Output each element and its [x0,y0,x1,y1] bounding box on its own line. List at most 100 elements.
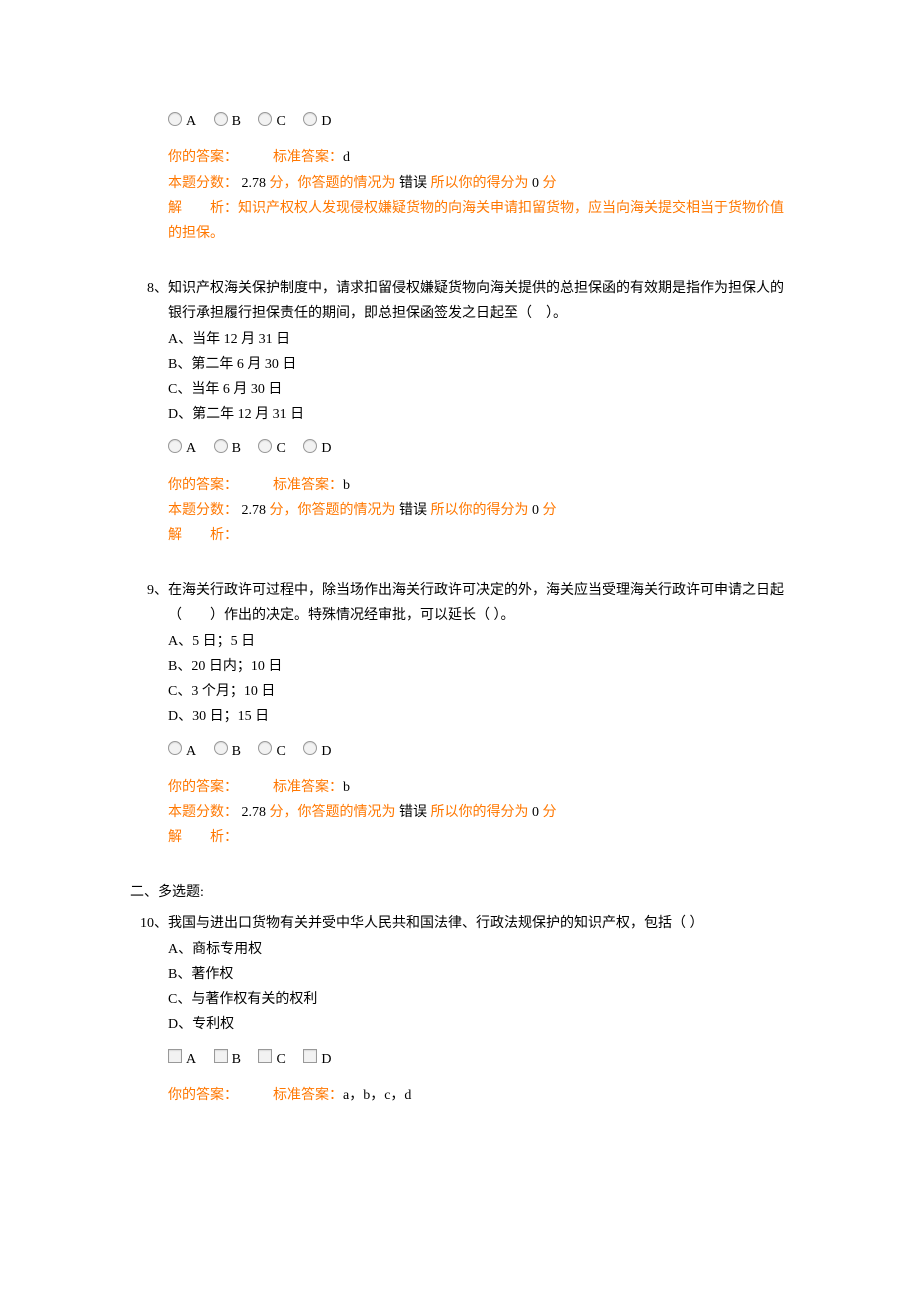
q9-opt-b: B、20 日内；10 日 [168,654,790,679]
score-val: 2.78 [242,503,267,518]
q8-opt-b: B、第二年 6 月 30 日 [168,352,790,377]
section-2-heading: 二、多选题: [130,880,790,905]
radio-icon[interactable] [258,741,272,755]
your-answer-label: 你的答案： [168,1088,238,1103]
q9-answer-block: 你的答案： 标准答案：b 本题分数： 2.78 分，你答题的情况为 错误 所以你… [168,775,790,851]
radio-icon[interactable] [168,112,182,126]
checkbox-icon[interactable] [168,1049,182,1063]
got-score: 0 [532,805,539,820]
q10-opt-a: A、商标专用权 [168,937,790,962]
checkbox-label: D [321,1052,331,1067]
radio-label: B [232,441,241,456]
radio-label: D [321,441,331,456]
q8-opt-d: D、第二年 12 月 31 日 [168,402,790,427]
analysis-label: 解 析： [168,201,238,216]
got-unit: 分 [543,503,557,518]
q8: 8、 知识产权海关保护制度中，请求扣留侵权嫌疑货物向海关提供的总担保函的有效期是… [130,276,790,548]
your-answer-label: 你的答案： [168,780,238,795]
got-score: 0 [532,176,539,191]
radio-icon[interactable] [168,741,182,755]
radio-label: B [232,114,241,129]
radio-icon[interactable] [258,112,272,126]
q8-num: 8、 [130,276,168,326]
q10-num: 10、 [130,911,168,936]
std-answer-label: 标准答案： [273,478,343,493]
radio-label: A [186,114,196,129]
std-answer: b [343,478,350,493]
std-answer: d [343,150,350,165]
radio-label: B [232,744,241,759]
q10-answer-block: 你的答案： 标准答案：a，b，c，d [168,1083,790,1108]
q9-opt-d: D、30 日；15 日 [168,704,790,729]
score-label: 本题分数： [168,503,238,518]
q8-answer-block: 你的答案： 标准答案：b 本题分数： 2.78 分，你答题的情况为 错误 所以你… [168,473,790,549]
status: 错误 [399,805,427,820]
radio-label: C [276,441,285,456]
status: 错误 [399,176,427,191]
q9-stem: 在海关行政许可过程中，除当场作出海关行政许可决定的外，海关应当受理海关行政许可申… [168,578,790,628]
radio-icon[interactable] [214,439,228,453]
radio-icon[interactable] [303,112,317,126]
score-unit: 分，你答题的情况为 [270,176,396,191]
std-answer: b [343,780,350,795]
radio-label: D [321,744,331,759]
checkbox-label: C [276,1052,285,1067]
score-val: 2.78 [242,176,267,191]
got-unit: 分 [543,176,557,191]
analysis: 知识产权权人发现侵权嫌疑货物的向海关申请扣留货物，应当向海关提交相当于货物价值的… [168,201,784,241]
radio-label: A [186,744,196,759]
radio-label: C [276,744,285,759]
std-answer-label: 标准答案： [273,150,343,165]
radio-icon[interactable] [214,741,228,755]
q10: 10、 我国与进出口货物有关并受中华人民共和国法律、行政法规保护的知识产权，包括… [130,911,790,1108]
analysis-label: 解 析： [168,528,238,543]
q9: 9、 在海关行政许可过程中，除当场作出海关行政许可决定的外，海关应当受理海关行政… [130,578,790,850]
checkbox-icon[interactable] [214,1049,228,1063]
got-unit: 分 [543,805,557,820]
page: A B C D 你的答案： 标准答案：d 本题分数： 2.78 分，你答题的情况… [0,0,920,1302]
q10-stem: 我国与进出口货物有关并受中华人民共和国法律、行政法规保护的知识产权，包括（ ） [168,911,790,936]
status: 错误 [399,503,427,518]
radio-icon[interactable] [168,439,182,453]
q10-opt-b: B、著作权 [168,962,790,987]
radio-icon[interactable] [303,741,317,755]
q8-stem: 知识产权海关保护制度中，请求扣留侵权嫌疑货物向海关提供的总担保函的有效期是指作为… [168,276,790,326]
radio-label: C [276,114,285,129]
radio-label: D [321,114,331,129]
got-score: 0 [532,503,539,518]
q8-opt-c: C、当年 6 月 30 日 [168,377,790,402]
radio-icon[interactable] [303,439,317,453]
radio-icon[interactable] [214,112,228,126]
checkbox-icon[interactable] [303,1049,317,1063]
q9-opt-c: C、3 个月；10 日 [168,679,790,704]
q9-radio-row: A B C D [168,735,790,760]
std-answer-label: 标准答案： [273,1088,343,1103]
checkbox-label: B [232,1052,241,1067]
checkbox-icon[interactable] [258,1049,272,1063]
so-label: 所以你的得分为 [431,805,529,820]
radio-label: A [186,441,196,456]
your-answer-label: 你的答案： [168,150,238,165]
score-label: 本题分数： [168,176,238,191]
std-answer-label: 标准答案： [273,780,343,795]
q7-answer-block: 你的答案： 标准答案：d 本题分数： 2.78 分，你答题的情况为 错误 所以你… [168,145,790,246]
analysis-label: 解 析： [168,830,238,845]
q7-radio-row: A B C D [168,106,790,131]
q9-num: 9、 [130,578,168,628]
q10-checkbox-row: A B C D [168,1043,790,1068]
score-val: 2.78 [242,805,267,820]
radio-icon[interactable] [258,439,272,453]
q10-opt-c: C、与著作权有关的权利 [168,987,790,1012]
q8-opt-a: A、当年 12 月 31 日 [168,327,790,352]
score-label: 本题分数： [168,805,238,820]
so-label: 所以你的得分为 [431,503,529,518]
your-answer-label: 你的答案： [168,478,238,493]
std-answer: a，b，c，d [343,1088,411,1103]
score-unit: 分，你答题的情况为 [270,805,396,820]
so-label: 所以你的得分为 [431,176,529,191]
q9-opt-a: A、5 日；5 日 [168,629,790,654]
checkbox-label: A [186,1052,196,1067]
score-unit: 分，你答题的情况为 [270,503,396,518]
q7-tail: A B C D 你的答案： 标准答案：d 本题分数： 2.78 分，你答题的情况… [130,106,790,246]
q8-radio-row: A B C D [168,433,790,458]
